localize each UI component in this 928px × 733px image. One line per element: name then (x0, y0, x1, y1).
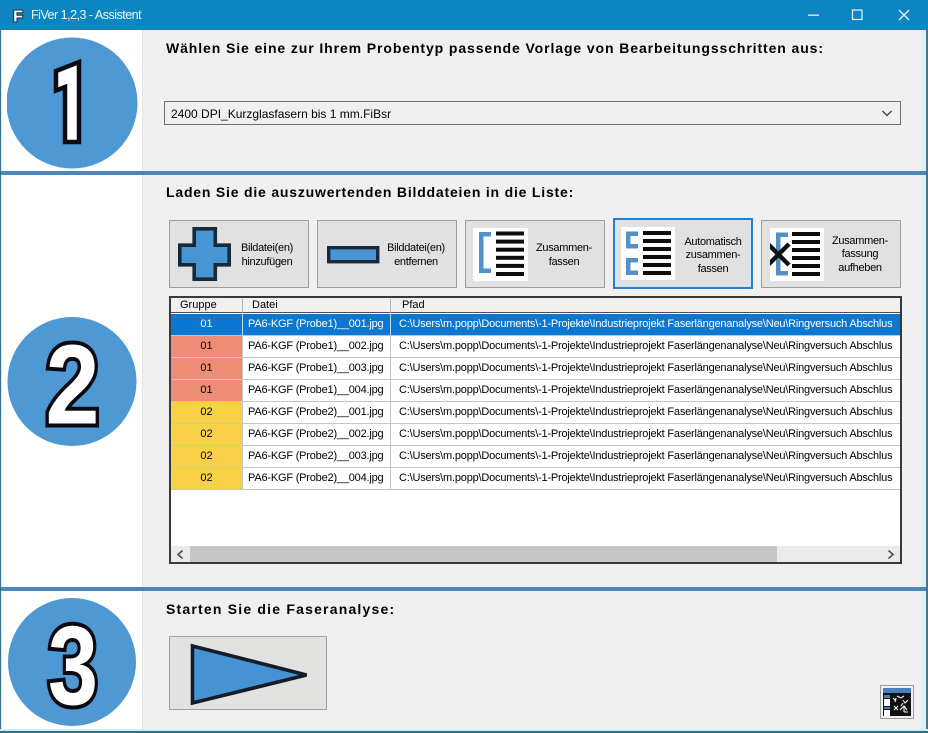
svg-text:2: 2 (46, 322, 100, 448)
svg-text:F: F (13, 9, 23, 25)
svg-text:3: 3 (48, 603, 98, 726)
